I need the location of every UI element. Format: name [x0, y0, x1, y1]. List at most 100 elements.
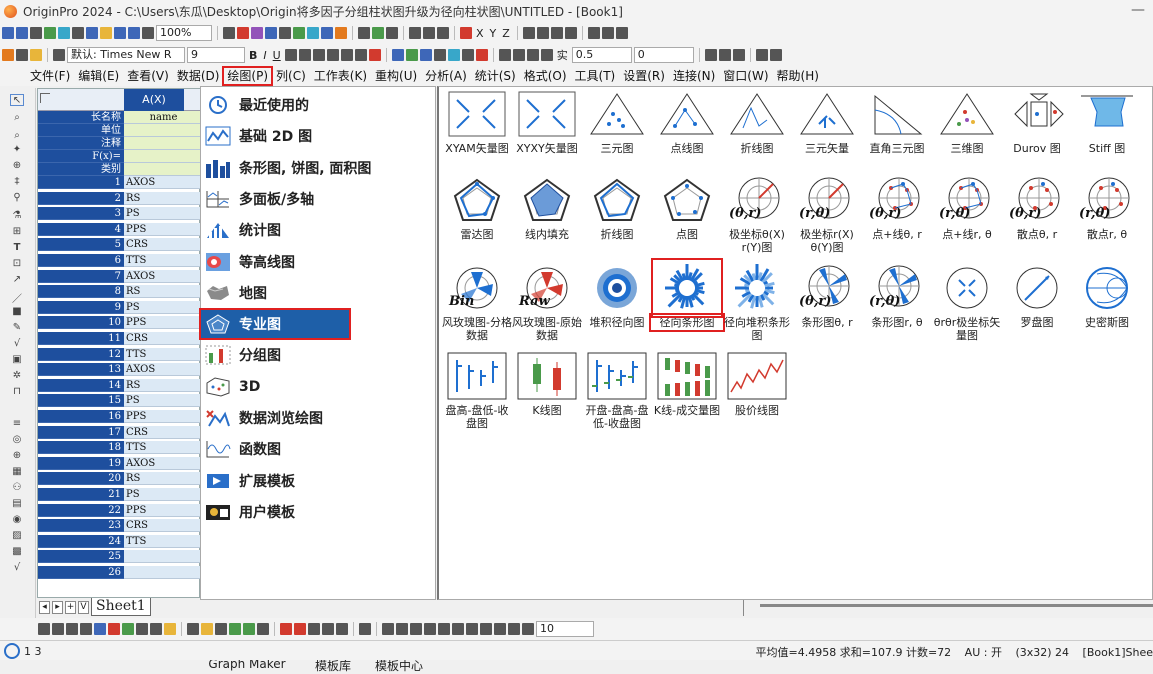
set-values-icon[interactable] — [386, 27, 398, 39]
set-as-y-button[interactable]: Y — [490, 27, 497, 40]
cell-value[interactable]: PS — [124, 300, 201, 314]
category-item[interactable]: 3D — [205, 373, 433, 401]
cell-value[interactable]: TTS — [124, 254, 201, 267]
category-item[interactable]: 分组图 — [205, 341, 433, 369]
row-number[interactable]: 6 — [38, 254, 124, 267]
merge-graph-icon[interactable] — [280, 623, 292, 635]
graph-properties-icon[interactable] — [466, 623, 478, 635]
frame-tool-icon[interactable]: ▦ — [10, 466, 24, 478]
cell-value[interactable]: TTS — [124, 347, 201, 361]
grid-icon[interactable] — [732, 49, 745, 61]
copy-icon[interactable] — [16, 49, 28, 61]
cell-value[interactable]: CRS — [124, 425, 201, 439]
row-number[interactable]: 21 — [38, 488, 124, 501]
column-graph-icon[interactable] — [423, 27, 435, 39]
menu-item-6[interactable]: 工作表(K) — [310, 67, 371, 85]
gallery-tile[interactable]: Raw 风玫瑰图-原始数据 — [512, 263, 582, 342]
list-tool-icon[interactable]: ≡ — [10, 418, 24, 430]
template-icon[interactable] — [257, 623, 269, 635]
cell-value[interactable]: CRS — [124, 332, 201, 345]
gallery-tile[interactable]: 径向条形图 — [649, 258, 725, 332]
row-number[interactable]: 8 — [38, 285, 124, 299]
cell-value[interactable]: RS — [124, 378, 201, 392]
category-item[interactable]: 专业图 — [199, 308, 351, 341]
menu-item-12[interactable]: 设置(R) — [619, 67, 669, 85]
category-item[interactable]: 最近使用的 — [205, 91, 433, 119]
category-item[interactable]: 函数图 — [205, 435, 433, 463]
meta-row-value[interactable] — [124, 163, 201, 176]
cell-value[interactable]: AXOS — [124, 269, 201, 283]
freeze-icon[interactable] — [419, 49, 432, 61]
menu-item-5[interactable]: 列(C) — [272, 67, 310, 85]
column-icon[interactable] — [108, 623, 120, 635]
group-icon[interactable] — [480, 623, 492, 635]
cell-value[interactable] — [124, 550, 201, 564]
menu-item-2[interactable]: 查看(V) — [123, 67, 173, 85]
save-icon[interactable] — [114, 27, 126, 39]
gallery-tile[interactable]: 雷达图 — [442, 175, 512, 241]
split-graph-icon[interactable] — [294, 623, 306, 635]
pattern-combo[interactable]: 0 — [633, 47, 694, 63]
row-number[interactable]: 2 — [38, 191, 124, 205]
gallery-tile[interactable]: (r,θ) 散点r, θ — [1072, 175, 1142, 241]
object-tool-icon[interactable]: ✲ — [10, 370, 24, 382]
gallery-tile[interactable]: XYXY矢量图 — [512, 89, 582, 155]
move-left-icon[interactable] — [601, 27, 614, 39]
ungroup-icon[interactable] — [494, 623, 506, 635]
gallery-tile[interactable]: 开盘-盘高-盘低-收盘图 — [582, 351, 652, 430]
line-symbol-icon[interactable] — [66, 623, 78, 635]
horizontal-scrollbar[interactable] — [760, 604, 1153, 607]
meta-row-label[interactable]: 单位 — [38, 124, 124, 137]
polar-tool-icon[interactable]: ◎ — [10, 434, 24, 446]
row-number[interactable]: 7 — [38, 269, 124, 283]
legend-icon[interactable] — [396, 623, 408, 635]
status-au[interactable]: AU : 开 — [965, 646, 1002, 659]
results-log-icon[interactable] — [279, 27, 291, 39]
draw-tool-icon[interactable]: ✎ — [10, 322, 24, 334]
sqrt-tool-icon[interactable]: √ — [10, 338, 24, 350]
zoom-combo[interactable]: 100% — [156, 25, 212, 41]
cut-icon[interactable] — [2, 49, 14, 61]
axis-icon[interactable] — [382, 623, 394, 635]
cell-value[interactable]: PPS — [124, 410, 201, 423]
row-number[interactable]: 19 — [38, 456, 124, 470]
error-bar-icon[interactable] — [522, 27, 535, 39]
cell-value[interactable]: AXOS — [124, 456, 201, 470]
gallery-tile[interactable]: (θ,r) 条形图θ, r — [792, 263, 862, 329]
category-item[interactable]: 条形图, 饼图, 面积图 — [205, 154, 433, 182]
cylinder-tool-icon[interactable]: ⊓ — [10, 386, 24, 398]
new-layout-icon[interactable] — [72, 27, 84, 39]
gallery-tile[interactable]: 径向堆积条形图 — [722, 263, 792, 342]
meta-row-label[interactable]: 类别 — [38, 163, 124, 176]
gallery-tile[interactable]: Durov 图 — [1002, 89, 1072, 155]
reader-tool-icon[interactable]: ⊕ — [10, 160, 24, 172]
front-icon[interactable] — [508, 623, 520, 635]
row-number[interactable]: 26 — [38, 566, 124, 579]
merge-icon[interactable] — [391, 49, 404, 61]
add-column-icon[interactable] — [335, 27, 347, 39]
line-color-icon[interactable] — [512, 49, 525, 61]
pie-icon[interactable] — [136, 623, 148, 635]
import-icon[interactable] — [142, 27, 154, 39]
row-number[interactable]: 24 — [38, 534, 124, 548]
rescale-icon[interactable] — [359, 623, 371, 635]
category-item[interactable]: 数据浏览绘图 — [205, 404, 433, 432]
vertical-line-icon[interactable] — [80, 623, 92, 635]
minimize-button[interactable]: — — [1131, 2, 1145, 18]
zoom-out-tool-icon[interactable]: ⌕ — [10, 130, 24, 142]
category-item[interactable]: 统计图 — [205, 216, 433, 244]
gallery-tile[interactable]: 直角三元图 — [862, 89, 932, 155]
row-number[interactable]: 25 — [38, 550, 124, 564]
row-number[interactable]: 15 — [38, 394, 124, 408]
menu-item-8[interactable]: 分析(A) — [421, 67, 471, 85]
gallery-tile[interactable]: XYAM矢量图 — [442, 89, 512, 155]
gallery-tile[interactable]: 三维图 — [932, 89, 1002, 155]
data-bar-icon[interactable] — [461, 49, 474, 61]
fill-color-icon[interactable] — [354, 49, 367, 61]
new-function-icon[interactable] — [58, 27, 70, 39]
layer-manager-icon[interactable] — [322, 623, 334, 635]
gallery-tile[interactable]: (θ,r) 散点θ, r — [1002, 175, 1072, 241]
menu-item-0[interactable]: 文件(F) — [26, 67, 74, 85]
duplicate-icon[interactable] — [251, 27, 263, 39]
marker-tool-icon[interactable]: ⊕ — [10, 450, 24, 462]
